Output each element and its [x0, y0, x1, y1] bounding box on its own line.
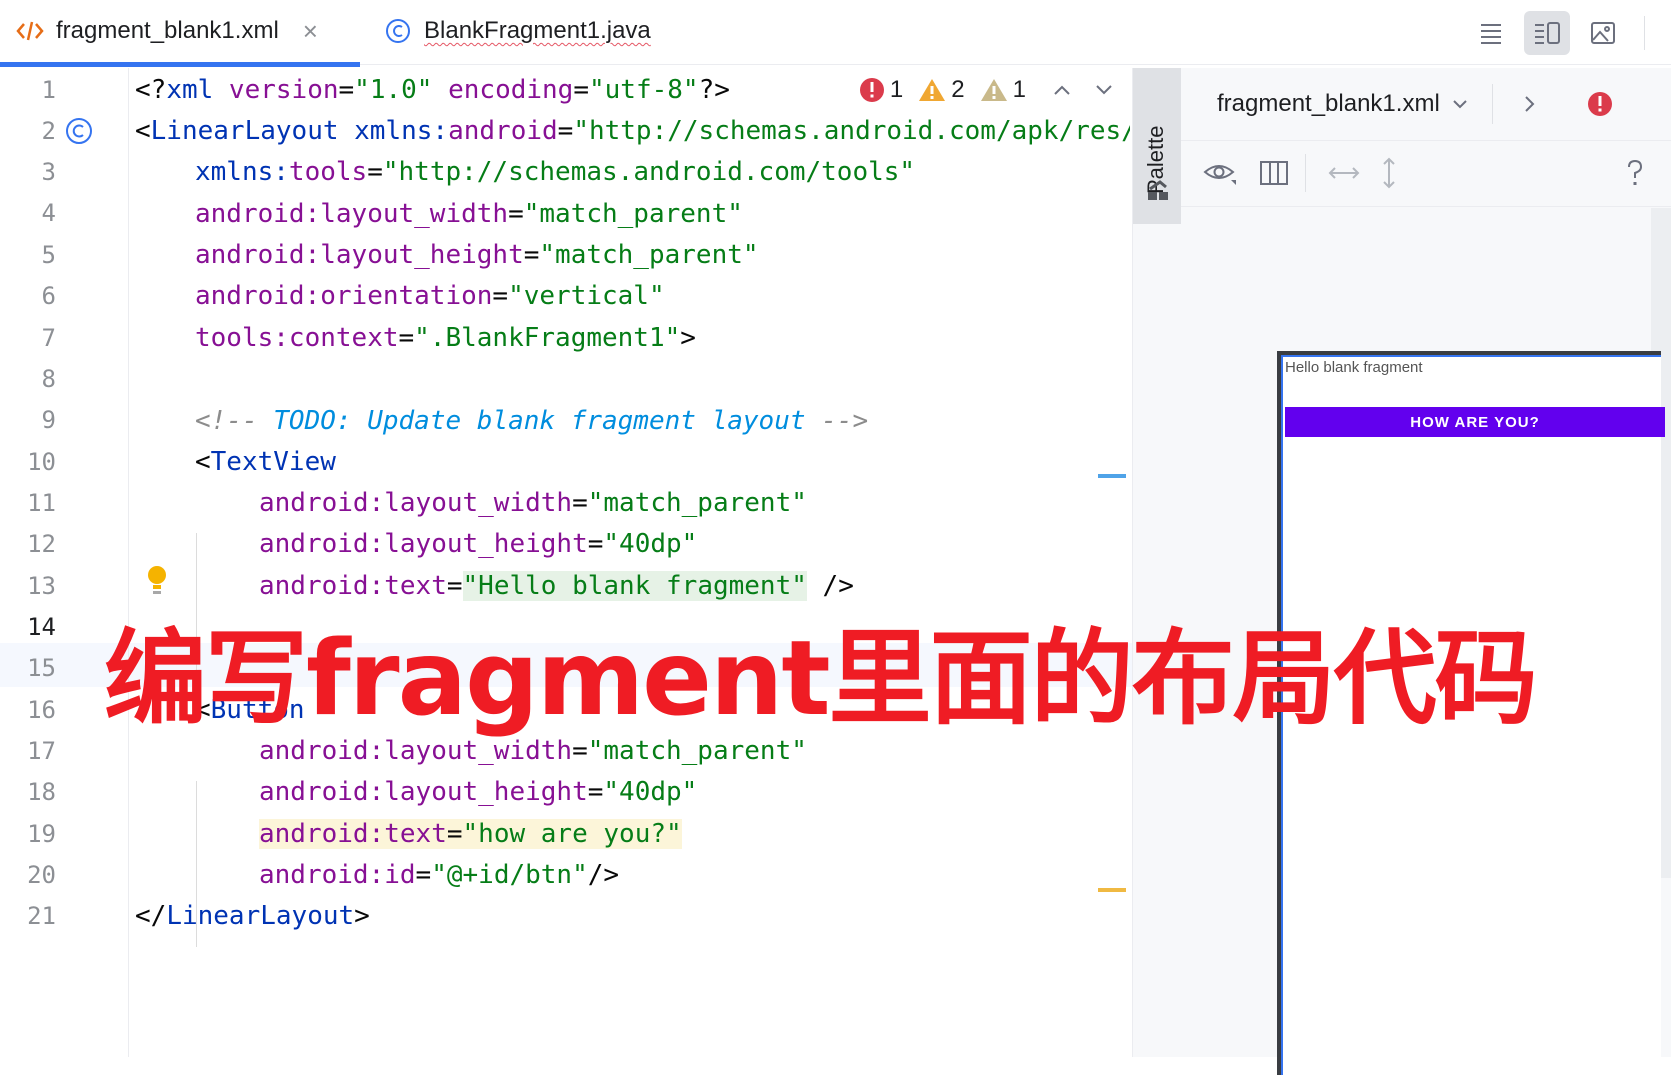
- tab-label: BlankFragment1.java: [424, 17, 651, 44]
- split-view-icon: [1535, 22, 1560, 44]
- blueprint-columns-icon[interactable]: [1259, 160, 1289, 186]
- eye-icon[interactable]: [1203, 160, 1237, 186]
- line-number: 15: [27, 654, 56, 682]
- line-number: 11: [27, 489, 56, 517]
- line-number: 3: [41, 158, 56, 186]
- split-view-button[interactable]: [1524, 11, 1570, 55]
- layout-file-selector[interactable]: fragment_blank1.xml: [1217, 90, 1468, 118]
- line-number: 9: [41, 406, 56, 434]
- help-icon[interactable]: [1626, 159, 1644, 187]
- code-lines-icon: [1481, 24, 1501, 44]
- close-tab-icon[interactable]: ×: [303, 16, 318, 47]
- code-line-20: android:id="@+id/btn"/>: [259, 860, 620, 890]
- preview-textview[interactable]: Hello blank fragment: [1285, 359, 1423, 376]
- code-line-7: tools:context=".BlankFragment1">: [195, 323, 696, 353]
- tab-label: fragment_blank1.xml: [56, 17, 279, 44]
- weak-warning-icon: [980, 79, 1007, 101]
- line-number: 16: [27, 696, 56, 724]
- warning-count[interactable]: 2: [917, 76, 965, 104]
- code-line-11: android:layout_width="match_parent": [259, 488, 807, 518]
- editor-tab-bar: fragment_blank1.xml × BlankFragment1.jav…: [0, 0, 1671, 67]
- tab-fragment-blank1-xml[interactable]: fragment_blank1.xml ×: [16, 0, 360, 62]
- overlay-caption: 编写fragment里面的布局代码: [104, 619, 1538, 739]
- xml-code-icon: [16, 19, 44, 43]
- divider: [1644, 16, 1645, 50]
- palette-tool-strip: Palette: [1132, 68, 1182, 1057]
- code-line-19: android:text="how are you?": [259, 819, 682, 849]
- lightbulb-icon[interactable]: [145, 563, 169, 602]
- design-view-button[interactable]: [1580, 11, 1626, 55]
- error-icon[interactable]: [1587, 91, 1613, 117]
- code-line-10: <TextView: [195, 447, 336, 477]
- design-toolbar: [1181, 140, 1671, 207]
- next-highlight-icon[interactable]: [1094, 83, 1114, 97]
- code-line-12: android:layout_height="40dp": [259, 529, 698, 559]
- code-line-6: android:orientation="vertical": [195, 281, 665, 311]
- chevron-right-icon[interactable]: [1523, 94, 1537, 114]
- code-line-21: </LinearLayout>: [135, 901, 370, 931]
- code-line-4: android:layout_width="match_parent": [195, 199, 743, 229]
- tab-blankfragment1-java[interactable]: BlankFragment1.java: [384, 0, 651, 62]
- line-number: 13: [27, 572, 56, 600]
- code-line-18: android:layout_height="40dp": [259, 777, 698, 807]
- line-number: 14: [27, 613, 56, 641]
- horizontal-resize-icon[interactable]: [1328, 166, 1360, 180]
- palette-icon: [1146, 180, 1170, 207]
- line-number: 1: [41, 76, 56, 104]
- class-gutter-icon[interactable]: [64, 116, 94, 151]
- chevron-down-icon: [1453, 100, 1467, 109]
- inspection-widget[interactable]: 1 2 1: [858, 76, 1114, 104]
- error-count[interactable]: 1: [858, 76, 903, 104]
- scrollbar-marker[interactable]: [1098, 474, 1126, 478]
- previous-highlight-icon[interactable]: [1052, 83, 1072, 97]
- code-line-2: <LinearLayout xmlns:android="http://sche…: [135, 116, 1130, 146]
- warning-icon: [919, 79, 946, 101]
- design-header: fragment_blank1.xml: [1181, 68, 1671, 141]
- line-number: 7: [41, 324, 56, 352]
- weak-warning-count[interactable]: 1: [979, 76, 1026, 104]
- code-editor[interactable]: 1 2 3 4 5 6 7 8 9 10 11 12 13 14 15 16 1…: [0, 68, 1132, 1057]
- divider: [1491, 84, 1493, 124]
- design-panel: fragment_blank1.xml Hello blank fragment…: [1181, 68, 1671, 1075]
- code-view-button[interactable]: [1468, 11, 1514, 55]
- view-mode-switcher: [1458, 10, 1671, 56]
- scrollbar-marker[interactable]: [1098, 888, 1126, 892]
- line-number: 4: [41, 199, 56, 227]
- code-line-5: android:layout_height="match_parent": [195, 240, 759, 270]
- vertical-resize-icon[interactable]: [1382, 157, 1396, 189]
- line-number: 18: [27, 778, 56, 806]
- preview-button[interactable]: HOW ARE YOU?: [1285, 407, 1665, 437]
- error-icon: [859, 78, 884, 102]
- java-class-icon: [384, 17, 412, 45]
- active-tab-indicator: [0, 62, 360, 67]
- divider: [1305, 154, 1306, 192]
- line-number: 6: [41, 282, 56, 310]
- line-number: 5: [41, 241, 56, 269]
- line-number: 2: [41, 117, 56, 145]
- line-number: 19: [27, 820, 56, 848]
- line-number: 8: [41, 365, 56, 393]
- line-number: 20: [27, 861, 56, 889]
- code-line-9: <!-- TODO: Update blank fragment layout …: [195, 406, 869, 436]
- line-number: 21: [27, 902, 56, 930]
- line-number: 10: [27, 448, 56, 476]
- image-icon: [1591, 22, 1615, 44]
- code-line-1: <?xml version="1.0" encoding="utf-8"?>: [135, 75, 730, 105]
- code-line-13: android:text="Hello blank fragment" />: [259, 571, 854, 601]
- palette-tab[interactable]: Palette: [1133, 68, 1181, 224]
- line-number-gutter: 1 2 3 4 5 6 7 8 9 10 11 12 13 14 15 16 1…: [0, 68, 166, 1057]
- line-number: 12: [27, 530, 56, 558]
- code-line-3: xmlns:tools="http://schemas.android.com/…: [195, 157, 916, 187]
- line-number: 17: [27, 737, 56, 765]
